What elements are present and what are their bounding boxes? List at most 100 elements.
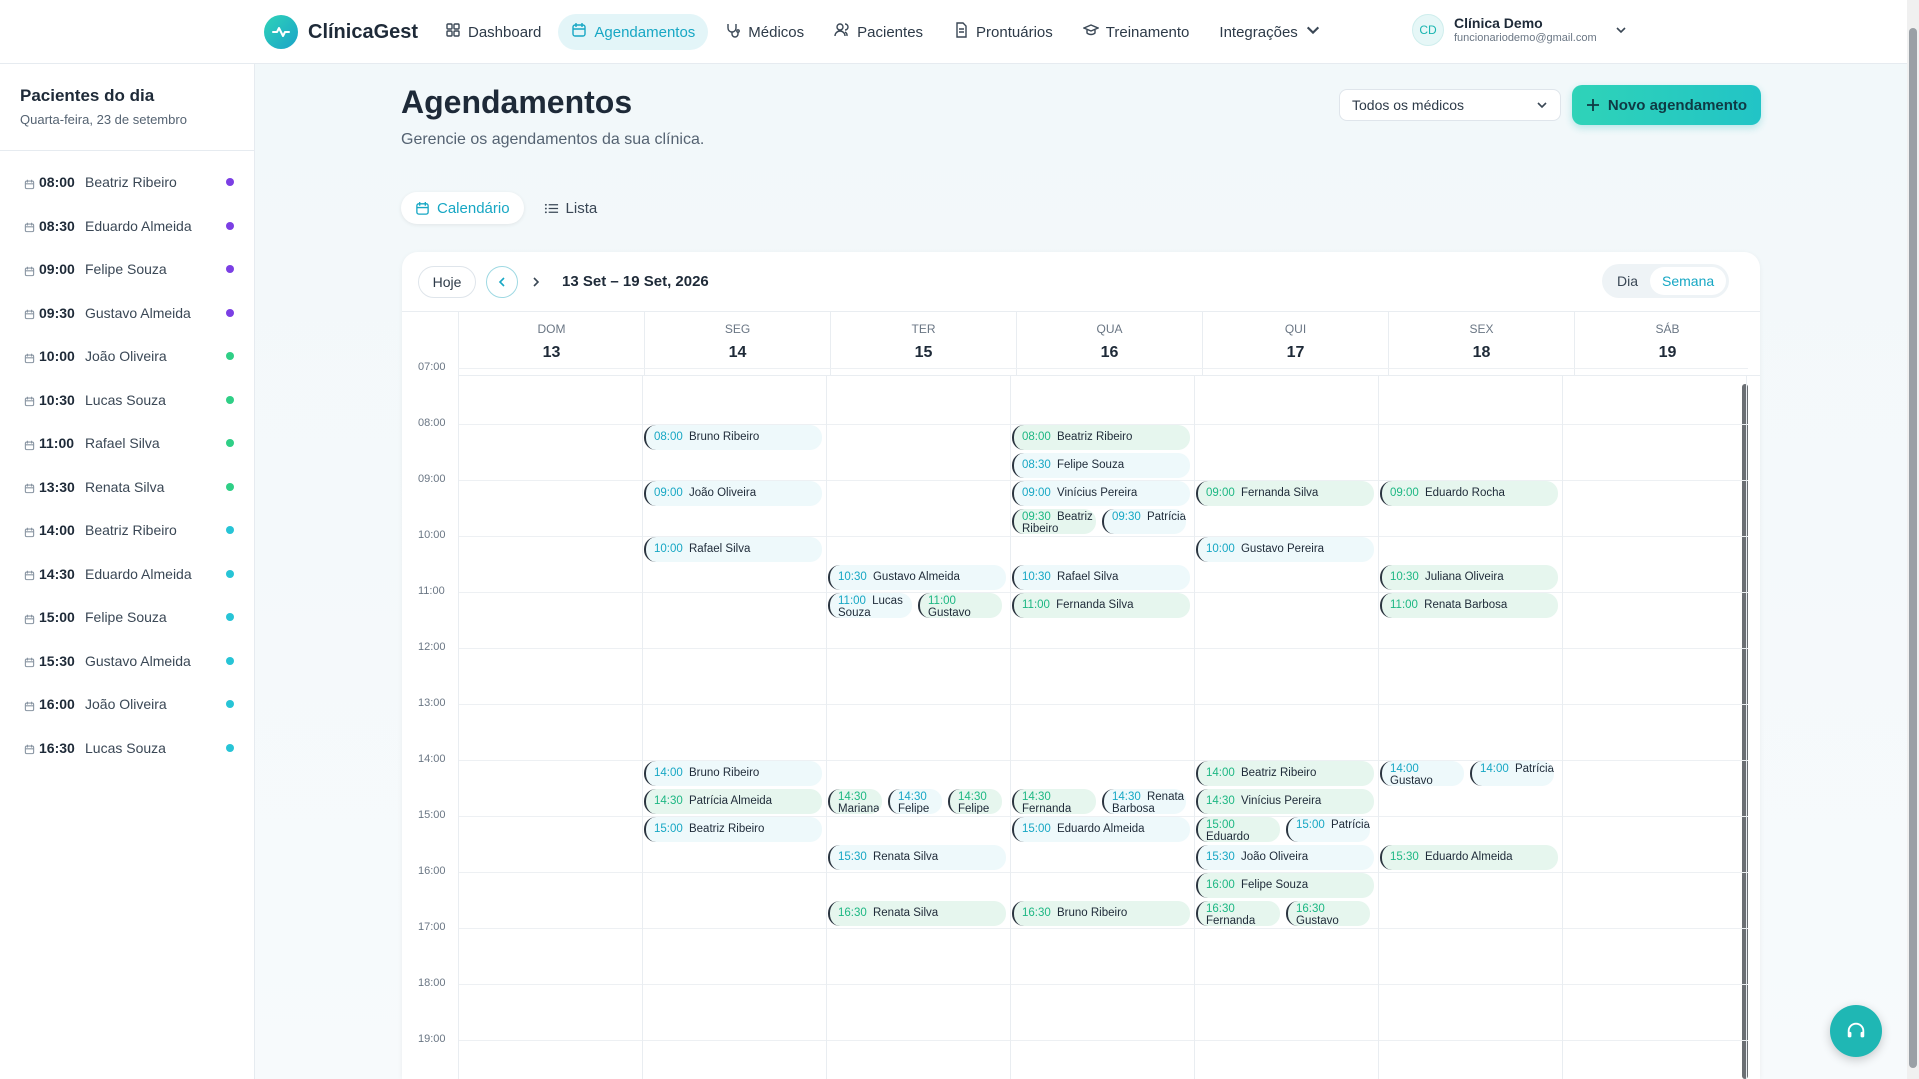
tab-list[interactable]: Lista (530, 192, 612, 224)
calendar-scrollbar[interactable] (1742, 384, 1748, 1079)
day-name: SEX (1469, 322, 1494, 336)
appointment-block[interactable]: 10:30 Gustavo Almeida (828, 565, 1006, 590)
sidebar-patient-item[interactable]: 14:00 Beatriz Ribeiro (24, 519, 234, 541)
sidebar-patient-item[interactable]: 16:30 Lucas Souza (24, 737, 234, 759)
appointment-block[interactable]: 16:00 Felipe Souza (1196, 873, 1374, 898)
appointment-block[interactable]: 14:00 Patrícia (1470, 761, 1554, 786)
appointment-patient: Patrícia Almeida (685, 795, 773, 807)
day-header-dom[interactable]: DOM 13 (458, 312, 644, 375)
support-button[interactable] (1830, 1005, 1882, 1057)
day-column-line (458, 376, 459, 1079)
appointment-block[interactable]: 14:30 Felipe (888, 789, 942, 814)
sidebar-patient-item[interactable]: 09:00 Felipe Souza (24, 258, 234, 280)
plus-icon (1586, 99, 1599, 111)
appointment-block[interactable]: 14:30 Mariana (828, 789, 882, 814)
appointment-block[interactable]: 15:00 Beatriz Ribeiro (644, 817, 822, 842)
sidebar-patient-item[interactable]: 13:30 Renata Silva (24, 476, 234, 498)
appointment-block[interactable]: 11:00 Renata Barbosa (1380, 593, 1558, 618)
appointment-block[interactable]: 16:30 Renata Silva (828, 901, 1006, 926)
day-header-qua[interactable]: QUA 16 (1016, 312, 1202, 375)
appointment-block[interactable]: 14:30 Fernanda (1012, 789, 1096, 814)
calendar-grid: 07:00 08:00 09:00 10:00 11:00 12:00 13:00 14:00… (402, 361, 1760, 1079)
appointment-block[interactable]: 09:00 Fernanda Silva (1196, 481, 1374, 506)
nav-item-pacientes[interactable]: Pacientes (821, 14, 936, 50)
nav-item-agendamentos[interactable]: Agendamentos (558, 14, 709, 50)
appointment-block[interactable]: 09:30 Beatriz Ribeiro (1012, 509, 1096, 534)
appointment-block[interactable]: 14:00 Beatriz Ribeiro (1196, 761, 1374, 786)
today-button[interactable]: Hoje (418, 266, 476, 298)
appointment-block[interactable]: 10:30 Rafael Silva (1012, 565, 1190, 590)
nav-item-integrações[interactable]: Integrações (1206, 14, 1333, 50)
sidebar-patient-item[interactable]: 10:30 Lucas Souza (24, 389, 234, 411)
appointment-block[interactable]: 16:30 Bruno Ribeiro (1012, 901, 1190, 926)
nav-item-médicos[interactable]: Médicos (712, 14, 817, 50)
appointment-block[interactable]: 11:00 Lucas Souza (828, 593, 912, 618)
sidebar-patient-item[interactable]: 16:00 João Oliveira (24, 693, 234, 715)
appointment-patient: Fernanda Silva (1237, 487, 1319, 499)
appointment-block[interactable]: 16:30 Gustavo (1286, 901, 1370, 926)
nav-item-dashboard[interactable]: Dashboard (432, 14, 554, 50)
mode-day[interactable]: Dia (1605, 267, 1650, 295)
appointment-block[interactable]: 11:00 Fernanda Silva (1012, 593, 1190, 618)
page-scrollbar[interactable] (1907, 0, 1919, 1079)
day-header-ter[interactable]: TER 15 (830, 312, 1016, 375)
appointment-block[interactable]: 10:30 Juliana Oliveira (1380, 565, 1558, 590)
appointment-block[interactable]: 14:00 Bruno Ribeiro (644, 761, 822, 786)
patient-time: 09:00 (39, 261, 75, 277)
patient-time: 11:00 (39, 435, 75, 451)
appointment-block[interactable]: 11:00 Gustavo (918, 593, 1002, 618)
appointment-block[interactable]: 10:00 Rafael Silva (644, 537, 822, 562)
appointment-block[interactable]: 09:30 Patrícia (1102, 509, 1186, 534)
appointment-block[interactable]: 14:30 Renata Barbosa (1102, 789, 1186, 814)
sidebar-patient-item[interactable]: 10:00 João Oliveira (24, 345, 234, 367)
appointment-time: 11:00 (928, 595, 956, 607)
sidebar-patient-item[interactable]: 11:00 Rafael Silva (24, 432, 234, 454)
appointment-block[interactable]: 10:00 Gustavo Pereira (1196, 537, 1374, 562)
appointment-block[interactable]: 15:00 Eduardo Almeida (1012, 817, 1190, 842)
day-header-sáb[interactable]: SÁB 19 (1574, 312, 1760, 375)
appointment-block[interactable]: 09:00 Eduardo Rocha (1380, 481, 1558, 506)
appointment-block[interactable]: 14:30 Felipe (948, 789, 1002, 814)
day-header-seg[interactable]: SEG 14 (644, 312, 830, 375)
appointment-block[interactable]: 14:30 Patrícia Almeida (644, 789, 822, 814)
tab-calendar[interactable]: Calendário (401, 192, 524, 224)
appointment-block[interactable]: 08:30 Felipe Souza (1012, 453, 1190, 478)
sidebar-patient-item[interactable]: 15:30 Gustavo Almeida (24, 650, 234, 672)
user-menu[interactable]: CD Clínica Demo funcionariodemo@gmail.co… (1412, 14, 1627, 46)
day-header-sex[interactable]: SEX 18 (1388, 312, 1574, 375)
appointment-block[interactable]: 15:30 Renata Silva (828, 845, 1006, 870)
sidebar-patient-item[interactable]: 09:30 Gustavo Almeida (24, 302, 234, 324)
new-appointment-button[interactable]: Novo agendamento (1572, 85, 1761, 125)
appointment-block[interactable]: 09:00 João Oliveira (644, 481, 822, 506)
previous-week-button[interactable] (486, 266, 518, 298)
appointment-block[interactable]: 15:30 João Oliveira (1196, 845, 1374, 870)
day-header-qui[interactable]: QUI 17 (1202, 312, 1388, 375)
appointment-block[interactable]: 15:00 Eduardo (1196, 817, 1280, 842)
page-scroll-thumb[interactable] (1909, 28, 1917, 1068)
sidebar-patient-item[interactable]: 15:00 Felipe Souza (24, 606, 234, 628)
appointment-block[interactable]: 14:30 Vinícius Pereira (1196, 789, 1374, 814)
nav-item-prontuários[interactable]: Prontuários (940, 14, 1066, 50)
day-name: QUI (1284, 322, 1307, 336)
doctor-filter-select[interactable]: Todos os médicos (1339, 89, 1561, 121)
next-week-button[interactable] (523, 266, 549, 298)
appointment-block[interactable]: 15:30 Eduardo Almeida (1380, 845, 1558, 870)
hour-line (458, 928, 1748, 929)
appointment-time: 14:30 (1112, 791, 1141, 803)
appointment-block[interactable]: 08:00 Bruno Ribeiro (644, 425, 822, 450)
mode-week[interactable]: Semana (1650, 267, 1727, 295)
appointment-block[interactable]: 14:00 Gustavo (1380, 761, 1464, 786)
sidebar-patient-item[interactable]: 14:30 Eduardo Almeida (24, 563, 234, 585)
brand[interactable]: ClínicaGest (264, 15, 418, 49)
appointment-block[interactable]: 15:00 Patrícia (1286, 817, 1370, 842)
hour-line (458, 984, 1748, 985)
sidebar-patient-item[interactable]: 08:00 Beatriz Ribeiro (24, 171, 234, 193)
nav-item-treinamento[interactable]: Treinamento (1070, 14, 1203, 50)
appointment-block[interactable]: 09:00 Vinícius Pereira (1012, 481, 1190, 506)
appointment-patient: Patrícia (1511, 763, 1554, 775)
appointment-block[interactable]: 16:30 Fernanda (1196, 901, 1280, 926)
appointment-patient: Gustavo (1296, 915, 1339, 926)
appointment-patient: Beatriz Ribeiro (1237, 767, 1317, 779)
appointment-block[interactable]: 08:00 Beatriz Ribeiro (1012, 425, 1190, 450)
sidebar-patient-item[interactable]: 08:30 Eduardo Almeida (24, 215, 234, 237)
